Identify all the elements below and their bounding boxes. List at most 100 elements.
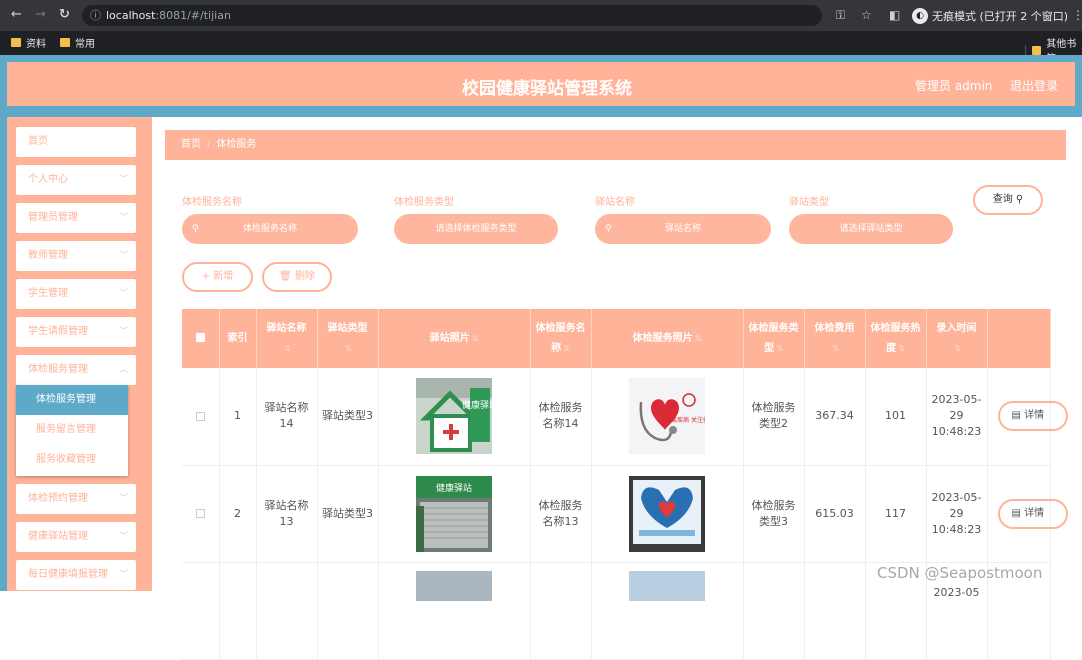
breadcrumb-home[interactable]: 首页 bbox=[181, 139, 201, 150]
service-photo-image bbox=[629, 475, 705, 552]
col-time[interactable]: 录入时间 ⇅ bbox=[926, 309, 988, 368]
sort-icon[interactable]: ⇅ bbox=[776, 344, 783, 353]
more-menu-icon[interactable]: ⋮ bbox=[1072, 8, 1082, 22]
bookmark-ziliao[interactable]: 资料 bbox=[11, 35, 46, 50]
sort-icon[interactable]: ⇅ bbox=[563, 344, 570, 353]
station-photo[interactable] bbox=[416, 570, 492, 601]
delete-button[interactable]: 🗑 删除 bbox=[262, 262, 332, 292]
service-type-select[interactable]: 请选择体检服务类型 bbox=[394, 214, 558, 244]
app-frame: 校园健康驿站管理系统 管理员 admin 退出登录 首页 个人中心 ﹀ 管理员管理… bbox=[0, 55, 1082, 660]
sort-icon[interactable]: ⇅ bbox=[472, 334, 479, 343]
sort-icon[interactable]: ⇅ bbox=[695, 334, 702, 343]
back-icon[interactable]: ← bbox=[11, 8, 22, 22]
logout-link[interactable]: 退出登录 bbox=[1010, 77, 1058, 94]
submenu-checkup-service[interactable]: 体检服务管理 bbox=[16, 385, 128, 415]
address-bar[interactable]: ⓘ localhost:8081/#/tijian bbox=[82, 5, 822, 26]
svg-text:远离疾病 关注健康: 远离疾病 关注健康 bbox=[665, 416, 705, 424]
select-all-cell[interactable] bbox=[182, 309, 220, 368]
key-icon[interactable]: ⚿ bbox=[836, 8, 845, 22]
cell-station-photo: 健康驿站 bbox=[378, 465, 531, 563]
url-path: :8081/#/tijian bbox=[155, 9, 231, 22]
cell-station-type: 驿站类型3 bbox=[317, 368, 379, 466]
service-photo[interactable] bbox=[629, 570, 705, 601]
plus-icon: + bbox=[201, 271, 211, 282]
watermark: CSDN @Seapostmoon bbox=[877, 564, 1043, 582]
service-name-input[interactable]: ⚲ 体检服务名称 bbox=[182, 214, 358, 244]
select-all-checkbox[interactable] bbox=[195, 333, 205, 342]
search-button[interactable]: 查询 ⚲ bbox=[973, 185, 1043, 215]
svg-text:健康驿站: 健康驿站 bbox=[436, 482, 472, 494]
sidebar-item-checkup-service[interactable]: 体检服务管理 ︿ bbox=[16, 355, 136, 385]
sidebar-item-daily-report[interactable]: 每日健康填报管理 ﹀ bbox=[16, 560, 136, 590]
station-name-input[interactable]: ⚲ 驿站名称 bbox=[595, 214, 771, 244]
browser-toolbar: ← → ↻ ⓘ localhost:8081/#/tijian ⚿ ☆ ◧ ◐ … bbox=[0, 0, 1082, 31]
incognito-label: 无痕模式 (已打开 2 个窗口) bbox=[932, 9, 1069, 23]
incognito-indicator[interactable]: ◐ 无痕模式 (已打开 2 个窗口) bbox=[912, 6, 1068, 25]
sidebar: 首页 个人中心 ﹀ 管理员管理 ﹀ 教师管理 ﹀ 学生管理 ﹀ 学生请假管理 ﹀ 体检服务… bbox=[7, 117, 152, 591]
sort-icon[interactable]: ⇅ bbox=[954, 344, 961, 353]
add-button[interactable]: + 新增 bbox=[182, 262, 253, 292]
station-photo[interactable]: 健康驿站 bbox=[416, 378, 492, 455]
reload-icon[interactable]: ↻ bbox=[59, 8, 70, 22]
site-info-icon[interactable]: ⓘ bbox=[90, 5, 101, 26]
col-station-photo[interactable]: 驿站照片 ⇅ bbox=[378, 309, 531, 368]
cell-service-name: 体检服务名称14 bbox=[530, 368, 592, 466]
detail-button[interactable]: ▤ 详情 bbox=[997, 498, 1068, 529]
bookmark-changyong[interactable]: 常用 bbox=[60, 35, 95, 50]
station-type-select[interactable]: 请选择驿站类型 bbox=[789, 214, 953, 244]
filter-label-station-name: 驿站名称 bbox=[595, 197, 635, 208]
sidebar-item-teachers[interactable]: 教师管理 ﹀ bbox=[16, 241, 136, 271]
col-station-name[interactable]: 驿站名称 ⇅ bbox=[256, 309, 318, 368]
sidebar-item-personal[interactable]: 个人中心 ﹀ bbox=[16, 165, 136, 195]
sort-icon[interactable]: ⇅ bbox=[345, 344, 352, 353]
sidebar-item-home[interactable]: 首页 bbox=[16, 127, 136, 157]
cell-fee: 367.34 bbox=[804, 368, 866, 466]
sidepanel-icon[interactable]: ◧ bbox=[889, 8, 900, 22]
sidebar-item-admins[interactable]: 管理员管理 ﹀ bbox=[16, 203, 136, 233]
cell-time: 2023-05-29 10:48:23 bbox=[926, 368, 988, 466]
cell-time: 2023-05-29 10:48:23 bbox=[926, 465, 988, 563]
col-fee[interactable]: 体检费用 ⇅ bbox=[804, 309, 866, 368]
station-photo-image: 健康驿站 bbox=[416, 475, 492, 552]
folder-icon bbox=[1032, 45, 1042, 55]
submenu-service-message[interactable]: 服务留言管理 bbox=[16, 415, 128, 445]
submenu-service-favorite[interactable]: 服务收藏管理 bbox=[16, 445, 128, 475]
cell-fee: 615.03 bbox=[804, 465, 866, 563]
table-row: 2 驿站名称13 驿站类型3 健康驿站 体检服务名称13 体检服务类型3 615… bbox=[182, 465, 1068, 563]
service-photo[interactable]: 远离疾病 关注健康 bbox=[629, 378, 705, 455]
service-photo[interactable] bbox=[629, 475, 705, 552]
col-service-type[interactable]: 体检服务类型 ⇅ bbox=[743, 309, 805, 368]
chevron-up-icon: ︿ bbox=[118, 365, 128, 375]
row-checkbox[interactable] bbox=[195, 411, 205, 421]
detail-button[interactable]: ▤ 详情 bbox=[997, 401, 1068, 432]
sidebar-item-appointment[interactable]: 体检预约管理 ﹀ bbox=[16, 484, 136, 514]
station-photo[interactable]: 健康驿站 bbox=[416, 475, 492, 552]
trash-icon: 🗑 bbox=[279, 271, 292, 282]
col-station-type[interactable]: 驿站类型 ⇅ bbox=[317, 309, 379, 368]
sort-icon[interactable]: ⇅ bbox=[898, 344, 905, 353]
row-checkbox[interactable] bbox=[195, 509, 205, 518]
cell-index: 1 bbox=[219, 368, 257, 466]
cell-station-name: 驿站名称14 bbox=[256, 368, 318, 466]
chevron-down-icon: ﹀ bbox=[118, 570, 128, 580]
sidebar-item-leave[interactable]: 学生请假管理 ﹀ bbox=[16, 317, 136, 347]
row-checkbox-cell[interactable] bbox=[182, 368, 220, 466]
sort-icon[interactable]: ⇅ bbox=[832, 344, 839, 353]
cell-actions: ▤ 详情 bbox=[987, 465, 1068, 563]
sidebar-item-station[interactable]: 健康驿站管理 ﹀ bbox=[16, 522, 136, 552]
cell-actions: ▤ 详情 bbox=[987, 368, 1068, 466]
cell-heat: 101 bbox=[865, 368, 927, 466]
star-icon[interactable]: ☆ bbox=[861, 8, 872, 22]
col-heat[interactable]: 体检服务热度 ⇅ bbox=[865, 309, 927, 368]
row-checkbox-cell[interactable] bbox=[182, 465, 220, 563]
main-content: 首页 / 体检服务 体检服务名称 体检服务类型 驿站名称 驿站类型 ⚲ 体检服务名称 … bbox=[152, 117, 1082, 660]
cell-station-type: 驿站类型3 bbox=[317, 465, 379, 563]
sidebar-item-students[interactable]: 学生管理 ﹀ bbox=[16, 279, 136, 309]
chevron-down-icon: ﹀ bbox=[118, 494, 128, 504]
checkup-submenu: 体检服务管理 服务留言管理 服务收藏管理 bbox=[16, 385, 128, 476]
sort-icon[interactable]: ⇅ bbox=[284, 344, 291, 353]
forward-icon[interactable]: → bbox=[35, 8, 46, 22]
col-service-photo[interactable]: 体检服务照片 ⇅ bbox=[591, 309, 744, 368]
cell-service-type: 体检服务类型3 bbox=[743, 465, 805, 563]
col-service-name[interactable]: 体检服务名称 ⇅ bbox=[530, 309, 592, 368]
